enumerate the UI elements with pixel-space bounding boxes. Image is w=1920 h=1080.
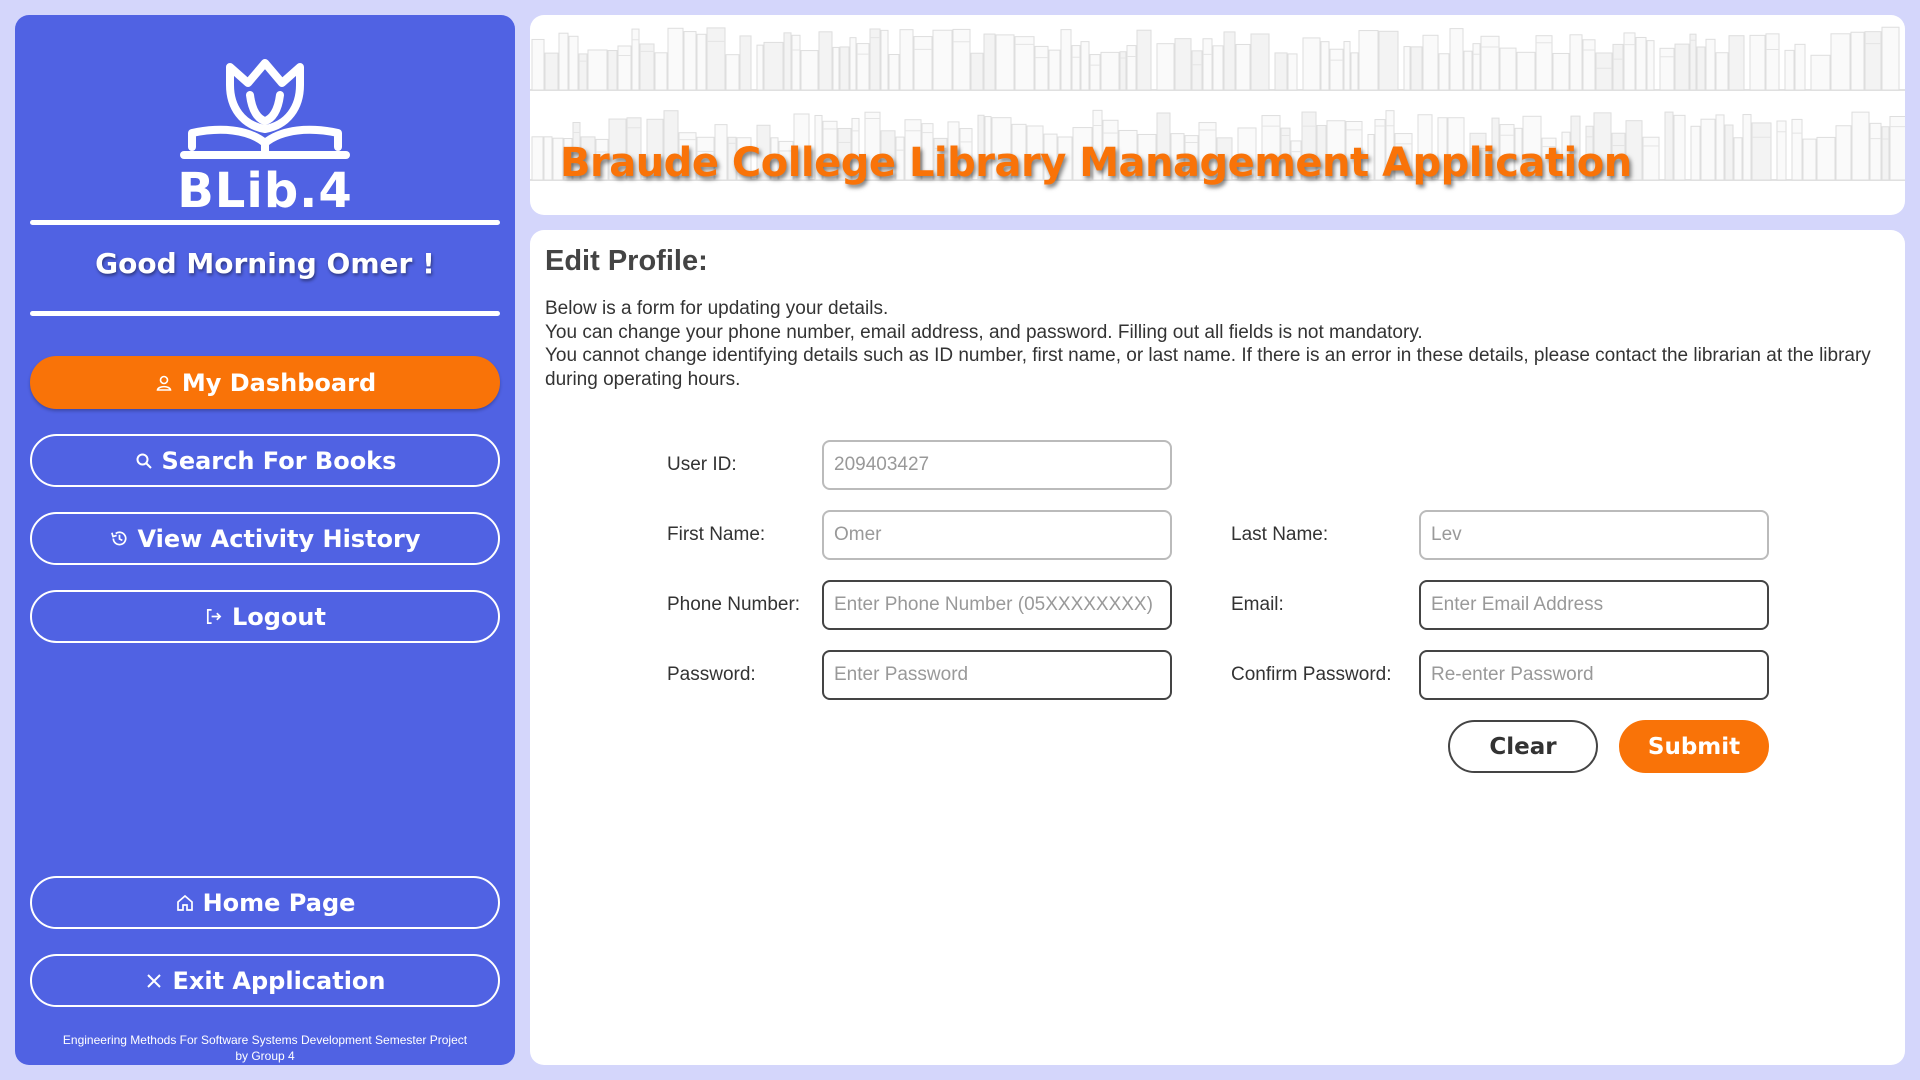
footer-line: Engineering Methods For Software Systems… <box>62 1033 468 1047</box>
user-id-field[interactable] <box>822 440 1172 490</box>
confirm-password-field[interactable] <box>1419 650 1769 700</box>
home-page-button[interactable]: Home Page <box>30 876 500 929</box>
description-line: You can change your phone number, email … <box>545 321 1423 343</box>
nav-label: Home Page <box>202 888 356 917</box>
sidebar: BLib.4 Good Morning Omer ! My Dashboard … <box>15 15 515 1065</box>
description-line: You cannot change identifying details su… <box>545 345 1871 390</box>
description-line: Below is a form for updating your detail… <box>545 298 889 319</box>
book-tulip-logo-icon <box>180 59 350 159</box>
phone-number-label: Phone Number: <box>667 594 801 615</box>
home-icon <box>175 893 195 913</box>
app-title: Braude College Library Management Applic… <box>560 140 1632 186</box>
header-banner: Braude College Library Management Applic… <box>530 15 1905 215</box>
close-icon <box>144 971 164 991</box>
search-books-button[interactable]: Search For Books <box>30 434 500 487</box>
exit-application-button[interactable]: Exit Application <box>30 954 500 1007</box>
form-description: Below is a form for updating your detail… <box>545 297 1885 391</box>
password-label: Password: <box>667 664 756 685</box>
clear-button[interactable]: Clear <box>1448 720 1598 773</box>
email-field[interactable] <box>1419 580 1769 630</box>
divider <box>30 220 500 225</box>
logout-button[interactable]: Logout <box>30 590 500 643</box>
submit-button[interactable]: Submit <box>1619 720 1769 773</box>
greeting-text: Good Morning Omer ! <box>95 247 435 280</box>
view-activity-history-button[interactable]: View Activity History <box>30 512 500 565</box>
last-name-field[interactable] <box>1419 510 1769 560</box>
first-name-field[interactable] <box>822 510 1172 560</box>
page-title: Edit Profile: <box>545 245 708 277</box>
phone-number-field[interactable] <box>822 580 1172 630</box>
password-field[interactable] <box>822 650 1172 700</box>
nav-label: My Dashboard <box>181 368 377 397</box>
app-logo: BLib.4 <box>15 55 515 219</box>
history-icon <box>109 529 129 549</box>
user-id-label: User ID: <box>667 454 737 475</box>
user-icon <box>154 373 174 393</box>
email-label: Email: <box>1231 594 1284 615</box>
first-name-label: First Name: <box>667 524 766 545</box>
nav-label: Logout <box>231 602 326 631</box>
main-content: Edit Profile: Below is a form for updati… <box>530 230 1905 1065</box>
search-icon <box>134 451 154 471</box>
footer-text: Engineering Methods For Software Systems… <box>15 1032 515 1064</box>
logout-icon <box>204 607 224 627</box>
nav-label: Exit Application <box>172 966 386 995</box>
logo-text: BLib.4 <box>177 163 353 219</box>
confirm-password-label: Confirm Password: <box>1231 664 1392 685</box>
divider <box>30 311 500 316</box>
nav-label: View Activity History <box>137 524 421 553</box>
nav-label: Search For Books <box>161 446 397 475</box>
last-name-label: Last Name: <box>1231 524 1329 545</box>
my-dashboard-button[interactable]: My Dashboard <box>30 356 500 409</box>
footer-line: by Group 4 <box>235 1049 295 1063</box>
